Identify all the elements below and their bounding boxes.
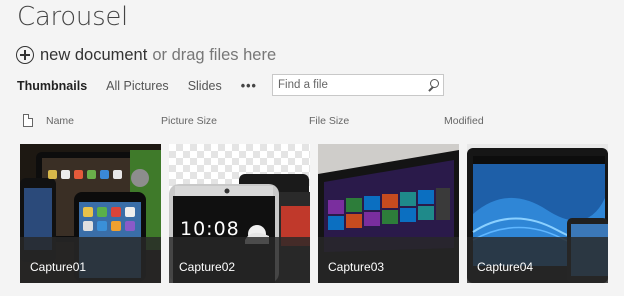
document-type-icon[interactable]	[23, 114, 33, 127]
thumbnail-name[interactable]: Capture02	[179, 260, 235, 274]
search-input[interactable]	[273, 79, 418, 91]
thumbnail-name[interactable]: Capture04	[477, 260, 533, 274]
new-document-bar[interactable]: new document or drag files here	[16, 45, 276, 65]
thumbnail-name[interactable]: Capture03	[328, 260, 384, 274]
search-icon[interactable]	[423, 75, 443, 95]
search-box	[272, 74, 444, 96]
column-modified[interactable]: Modified	[444, 115, 484, 127]
add-circle-icon[interactable]	[16, 46, 34, 64]
thumbnail-name[interactable]: Capture01	[30, 260, 86, 274]
tab-slides[interactable]: Slides	[188, 79, 222, 93]
column-headers: Name Picture Size File Size Modified	[0, 114, 624, 128]
thumbnail-tile[interactable]: 10:08 Capture02	[169, 144, 310, 283]
column-file-size[interactable]: File Size	[309, 115, 349, 127]
page-title: Carousel	[17, 2, 128, 32]
column-picture-size[interactable]: Picture Size	[161, 115, 217, 127]
tab-thumbnails[interactable]: Thumbnails	[17, 79, 87, 93]
new-document-link[interactable]: new document	[40, 46, 147, 65]
column-name[interactable]: Name	[46, 115, 74, 127]
more-options-icon[interactable]: •••	[241, 79, 257, 93]
thumbnail-tile[interactable]: Capture04	[467, 144, 608, 283]
view-tabs: Thumbnails All Pictures Slides •••	[17, 77, 257, 95]
drag-files-hint: or drag files here	[152, 45, 277, 64]
thumbnail-tile[interactable]: Capture03	[318, 144, 459, 283]
thumbnail-tile[interactable]: Capture01	[20, 144, 161, 283]
tab-all-pictures[interactable]: All Pictures	[106, 79, 169, 93]
